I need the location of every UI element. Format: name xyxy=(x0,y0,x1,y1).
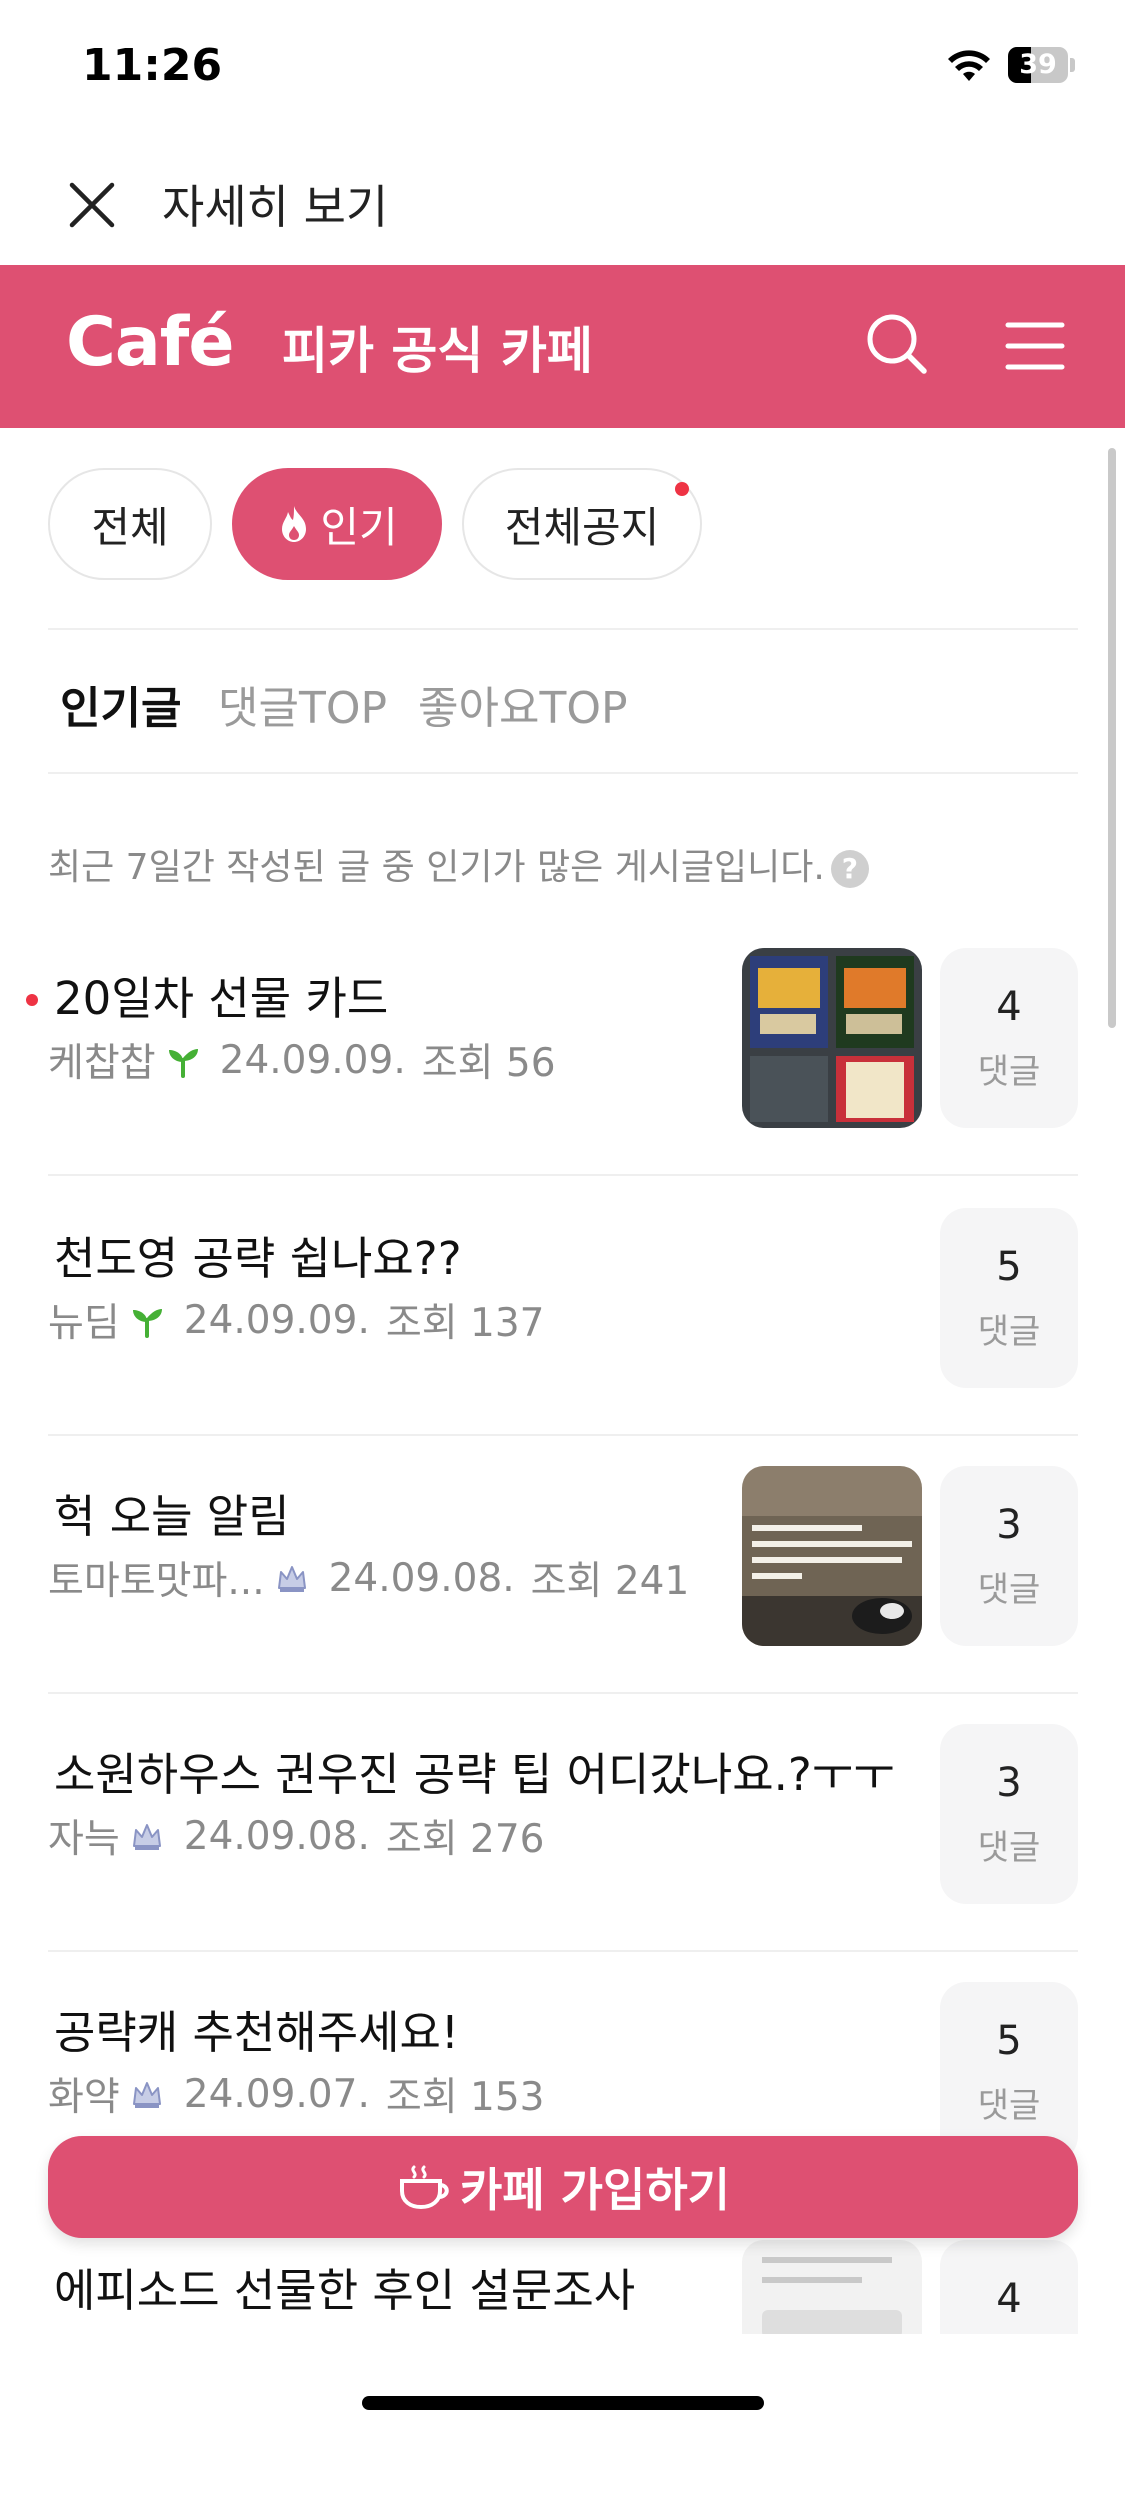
post-meta: 화약 24.09.07. 조회 153 xyxy=(48,2066,544,2122)
divider xyxy=(48,1174,1078,1176)
chip-popular[interactable]: 인기 xyxy=(232,468,442,580)
post-thumbnail[interactable] xyxy=(742,1466,922,1646)
post-date: 24.09.09. xyxy=(183,1297,370,1343)
divider xyxy=(48,1434,1078,1436)
post-views: 조회 241 xyxy=(530,1559,690,1604)
close-icon[interactable] xyxy=(62,175,122,235)
post-meta: 뉴딤 24.09.09. 조회 137 xyxy=(48,1292,544,1348)
search-icon[interactable] xyxy=(862,309,932,379)
post-title[interactable]: 소원하우스 권우진 공략 팁 어디갔나요.?ㅜㅜ xyxy=(54,1738,895,1803)
sprout-icon xyxy=(130,1303,164,1338)
comment-number: 3 xyxy=(996,1760,1022,1806)
comment-label: 댓글 xyxy=(977,1570,1041,1610)
menu-icon[interactable] xyxy=(1000,311,1070,381)
post-item[interactable]: 20일차 선물 카드 케찹찹 24.09.09. 조회 56 4 댓글 xyxy=(0,948,1125,1220)
comment-label: 댓글 xyxy=(977,1312,1041,1352)
flame-icon xyxy=(282,506,307,542)
battery-level: 39 xyxy=(1019,49,1057,80)
detail-title: 자세히 보기 xyxy=(162,180,389,234)
chip-notice[interactable]: 전체공지 xyxy=(462,468,702,580)
bottom-safe-area xyxy=(0,2334,1125,2436)
comment-number: 5 xyxy=(996,2018,1022,2064)
tab-comment-top[interactable]: 댓글TOP xyxy=(218,672,387,736)
comment-count[interactable]: 3 댓글 xyxy=(940,1724,1078,1904)
wifi-icon xyxy=(948,50,990,81)
comment-number: 4 xyxy=(996,984,1022,1030)
post-author[interactable]: 뉴딤 xyxy=(48,1292,120,1348)
post-title[interactable]: 공략캐 추천해주세요! xyxy=(54,1996,459,2061)
divider xyxy=(48,772,1078,774)
post-item[interactable]: 헉 오늘 알림 토마토맛파... 24.09.08. 조회 241 3 댓글 xyxy=(0,1466,1125,1738)
comment-number: 5 xyxy=(996,1244,1022,1290)
cafe-name[interactable]: 피카 공식 카페 xyxy=(282,311,593,383)
sprout-icon xyxy=(166,1043,200,1078)
post-title[interactable]: 천도영 공략 쉽나요?? xyxy=(54,1222,462,1287)
status-bar: 11:26 39 xyxy=(0,0,1125,135)
coffee-cup-icon xyxy=(400,2165,449,2210)
post-views: 조회 153 xyxy=(385,2075,545,2120)
status-time: 11:26 xyxy=(82,40,223,91)
post-date: 24.09.07. xyxy=(183,2071,370,2117)
chip-label: 전체공지 xyxy=(504,502,660,552)
post-author[interactable]: 토마토맛파... xyxy=(48,1550,265,1606)
crown-icon xyxy=(130,1819,164,1853)
post-title[interactable]: 에피소드 선물한 후인 설문조사 xyxy=(54,2254,635,2319)
new-dot xyxy=(675,482,689,496)
crown-icon xyxy=(130,2077,164,2111)
tab-popular-posts[interactable]: 인기글 xyxy=(60,672,181,736)
battery-icon: 39 xyxy=(1008,47,1076,85)
comment-count[interactable]: 5 댓글 xyxy=(940,1208,1078,1388)
cafe-header: Café 피카 공식 카페 xyxy=(0,265,1125,428)
comment-number: 3 xyxy=(996,1502,1022,1548)
comment-count[interactable]: 5 댓글 xyxy=(940,1982,1078,2162)
post-date: 24.09.08. xyxy=(328,1555,515,1601)
post-views: 조회 276 xyxy=(385,1817,545,1862)
new-post-dot xyxy=(26,994,38,1006)
post-title[interactable]: 20일차 선물 카드 xyxy=(54,962,388,1027)
help-icon[interactable]: ? xyxy=(830,850,869,888)
join-label: 카페 가입하기 xyxy=(460,2163,730,2217)
post-item[interactable]: 소원하우스 권우진 공략 팁 어디갔나요.?ㅜㅜ 자늑 24.09.08. 조회… xyxy=(0,1724,1125,1996)
post-meta: 자늑 24.09.08. 조회 276 xyxy=(48,1808,544,1864)
comment-label: 댓글 xyxy=(977,1828,1041,1868)
post-item[interactable]: 천도영 공략 쉽나요?? 뉴딤 24.09.09. 조회 137 5 댓글 xyxy=(0,1208,1125,1480)
post-meta: 토마토맛파... 24.09.08. 조회 241 xyxy=(48,1550,689,1606)
divider xyxy=(48,628,1078,630)
home-indicator[interactable] xyxy=(362,2396,764,2410)
comment-label: 댓글 xyxy=(977,2086,1041,2126)
divider xyxy=(48,1692,1078,1694)
cafe-logo[interactable]: Café xyxy=(66,303,234,382)
post-thumbnail[interactable] xyxy=(742,948,922,1128)
comment-count[interactable]: 4 댓글 xyxy=(940,948,1078,1128)
post-author[interactable]: 화약 xyxy=(48,2066,120,2122)
crown-icon xyxy=(275,1561,309,1595)
divider xyxy=(48,1950,1078,1952)
info-text: 최근 7일간 작성된 글 중 인기가 많은 게시글입니다.? xyxy=(48,838,869,890)
comment-count[interactable]: 3 댓글 xyxy=(940,1466,1078,1646)
post-views: 조회 137 xyxy=(385,1301,545,1346)
post-views: 조회 56 xyxy=(421,1041,556,1086)
post-author[interactable]: 자늑 xyxy=(48,1808,120,1864)
chip-all[interactable]: 전체 xyxy=(48,468,212,580)
info-message: 최근 7일간 작성된 글 중 인기가 많은 게시글입니다. xyxy=(48,847,825,888)
post-title[interactable]: 헉 오늘 알림 xyxy=(54,1480,290,1545)
comment-label: 댓글 xyxy=(977,1052,1041,1092)
join-cafe-button[interactable]: 카페 가입하기 xyxy=(48,2136,1078,2238)
scrollbar[interactable] xyxy=(1108,448,1116,1028)
tab-like-top[interactable]: 좋아요TOP xyxy=(418,672,627,736)
detail-bar: 자세히 보기 xyxy=(0,135,1125,265)
post-date: 24.09.09. xyxy=(219,1037,406,1083)
post-author[interactable]: 케찹찹 xyxy=(48,1032,156,1088)
chip-label: 인기 xyxy=(320,502,398,552)
post-date: 24.09.08. xyxy=(183,1813,370,1859)
chip-label: 전체 xyxy=(91,502,169,552)
comment-number: 4 xyxy=(996,2276,1022,2322)
post-meta: 케찹찹 24.09.09. 조회 56 xyxy=(48,1032,556,1088)
